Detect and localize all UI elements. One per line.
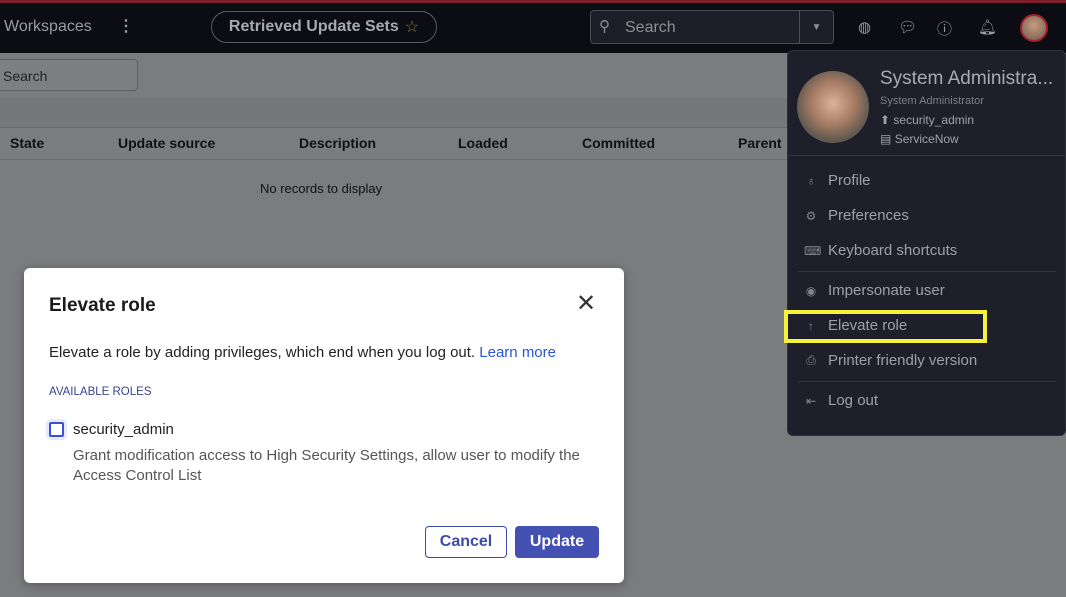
divider <box>798 381 1056 382</box>
logout-icon: ⇤ <box>805 393 817 408</box>
gear-icon: ⚙ <box>805 208 817 223</box>
menu-item-label: Keyboard shortcuts <box>828 242 958 259</box>
arrow-up-circle-icon: ⬆ <box>880 113 891 127</box>
list-search-input[interactable]: Search <box>0 59 138 91</box>
description-text: Elevate a role by adding privileges, whi… <box>49 344 476 361</box>
highlight-box <box>784 310 987 343</box>
help-icon[interactable]: ⓘ <box>937 18 952 39</box>
chat-icon[interactable]: 💬︎ <box>898 18 917 36</box>
close-icon[interactable]: ✕ <box>576 292 596 316</box>
elevated-role: ⬆ security_admin <box>880 113 974 127</box>
server-icon: ▤ <box>880 132 892 146</box>
user-name: System Administra... <box>880 68 1054 89</box>
empty-message: No records to display <box>260 181 383 196</box>
globe-icon[interactable]: ◍ <box>858 18 871 36</box>
role-name[interactable]: security_admin <box>73 421 174 438</box>
menu-item-label: Log out <box>828 392 879 409</box>
elevate-role-dialog: Elevate role ✕ Elevate a role by adding … <box>24 268 624 583</box>
menu-item-preferences[interactable]: ⚙ Preferences <box>804 207 909 224</box>
printer-icon: ⎙ <box>806 353 816 367</box>
user-title: System Administrator <box>880 95 984 107</box>
menu-item-label: Impersonate user <box>828 282 945 299</box>
user-menu: System Administra... System Administrato… <box>787 50 1066 436</box>
search-icon: ⚲ <box>599 18 610 35</box>
workspaces-menu[interactable]: Workspaces <box>4 18 92 36</box>
top-header: Workspaces ⋮ Retrieved Update Sets ☆ ⚲ Se… <box>0 3 1066 53</box>
column-update-source[interactable]: Update source <box>118 135 215 151</box>
available-roles-heading: AVAILABLE ROLES <box>49 386 152 398</box>
user-icon: ♁ <box>806 173 816 188</box>
learn-more-link[interactable]: Learn more <box>479 344 556 361</box>
menu-item-label: Printer friendly version <box>828 352 978 369</box>
role-description: Grant modification access to High Securi… <box>73 447 580 484</box>
instance: ▤ ServiceNow <box>880 132 959 146</box>
update-button[interactable]: Update <box>515 526 599 558</box>
menu-item-printer-friendly[interactable]: ⎙ Printer friendly version <box>804 352 977 369</box>
more-options-icon[interactable]: ⋮ <box>118 16 134 36</box>
keyboard-icon: ⌨ <box>804 243 822 258</box>
elevated-role-label: security_admin <box>893 113 975 127</box>
cancel-button[interactable]: Cancel <box>425 526 507 558</box>
column-committed[interactable]: Committed <box>582 135 655 151</box>
column-description[interactable]: Description <box>299 135 376 151</box>
page-title: Retrieved Update Sets <box>228 18 399 35</box>
column-parent[interactable]: Parent <box>738 135 782 151</box>
column-state[interactable]: State <box>10 135 44 151</box>
instance-label: ServiceNow <box>894 132 959 146</box>
menu-item-profile[interactable]: ♁ Profile <box>804 172 871 189</box>
user-avatar <box>797 71 869 143</box>
chevron-down-icon[interactable]: ▼ <box>799 11 833 43</box>
search-input[interactable]: Search <box>625 19 676 37</box>
divider <box>798 271 1056 272</box>
role-checkbox[interactable] <box>49 422 64 437</box>
divider <box>788 155 1065 156</box>
global-search[interactable]: ⚲ Search ▼ <box>590 10 834 44</box>
menu-item-keyboard-shortcuts[interactable]: ⌨ Keyboard shortcuts <box>804 242 957 259</box>
avatar[interactable] <box>1020 14 1048 42</box>
menu-item-label: Preferences <box>828 207 909 224</box>
star-icon[interactable]: ☆ <box>405 17 419 37</box>
page-title-pill[interactable]: Retrieved Update Sets ☆ <box>211 11 437 43</box>
eye-icon: ◉ <box>805 283 817 298</box>
dialog-description: Elevate a role by adding privileges, whi… <box>49 344 556 361</box>
menu-item-impersonate-user[interactable]: ◉ Impersonate user <box>804 282 945 299</box>
menu-item-log-out[interactable]: ⇤ Log out <box>804 392 878 409</box>
table-header: State Update source Description Loaded C… <box>0 128 790 160</box>
column-loaded[interactable]: Loaded <box>458 135 508 151</box>
dialog-title: Elevate role <box>49 295 156 316</box>
menu-item-label: Profile <box>828 172 871 189</box>
bell-icon[interactable]: 🔔︎ <box>978 18 997 36</box>
